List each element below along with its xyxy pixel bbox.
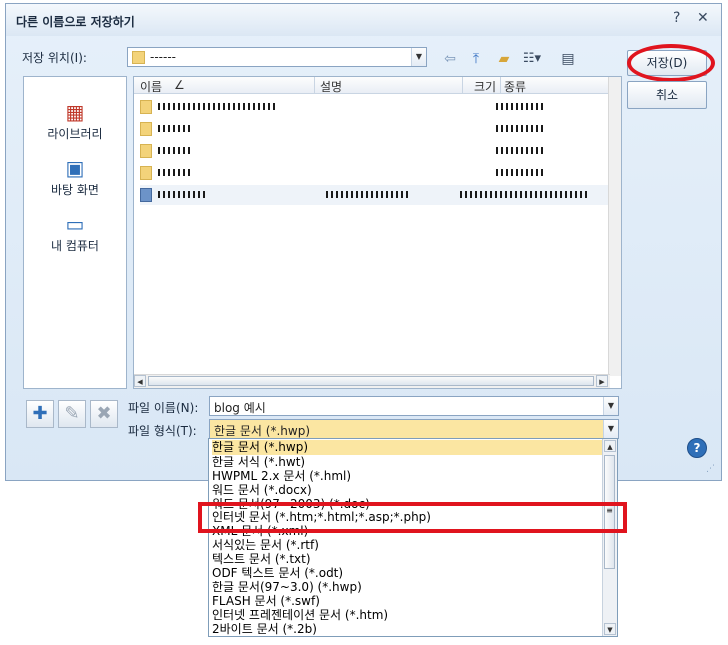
computer-icon: ▭: [65, 212, 85, 236]
places-bar: ▦ 라이브러리 ▣ 바탕 화면 ▭ 내 컴퓨터: [23, 76, 127, 389]
file-icon: [140, 188, 152, 202]
list-item[interactable]: [140, 163, 610, 183]
location-value: ------: [150, 50, 176, 64]
filetype-dropdown-list[interactable]: 한글 문서 (*.hwp) 한글 서식 (*.hwt) HWPML 2.x 문서…: [208, 438, 618, 637]
title-bar: 다른 이름으로 저장하기 ? ✕: [6, 4, 721, 36]
resize-grip-icon[interactable]: ⋰: [706, 464, 715, 474]
place-library[interactable]: ▦ 라이브러리: [24, 101, 126, 142]
tools-icon[interactable]: ▤: [558, 50, 578, 68]
help-button[interactable]: ?: [687, 438, 707, 458]
dropdown-scrollbar[interactable]: ▲ ≡ ▼: [602, 439, 617, 636]
location-label: 저장 위치(I):: [22, 51, 87, 65]
dropdown-option[interactable]: 인터넷 문서 (*.htm;*.html;*.asp;*.php): [212, 510, 604, 525]
folder-icon: [140, 100, 152, 114]
folder-icon: [140, 144, 152, 158]
up-folder-icon[interactable]: ⤒: [466, 50, 486, 68]
folder-icon: [132, 51, 145, 64]
column-name[interactable]: 이름: [140, 78, 162, 95]
filetype-select[interactable]: 한글 문서 (*.hwp) ▼: [209, 419, 619, 439]
dropdown-option[interactable]: 한글 서식 (*.hwt): [212, 455, 604, 470]
folder-icon: [140, 122, 152, 136]
dropdown-option[interactable]: 한글 문서(97~3.0) (*.hwp): [212, 580, 604, 595]
column-type[interactable]: 종류: [504, 78, 526, 95]
back-icon[interactable]: ⇦: [440, 50, 460, 68]
save-button[interactable]: 저장(D): [627, 50, 707, 76]
dropdown-option[interactable]: 인터넷 프레젠테이션 문서 (*.htm): [212, 608, 604, 623]
cancel-button[interactable]: 취소: [627, 81, 707, 109]
dropdown-option[interactable]: 서식있는 문서 (*.rtf): [212, 538, 604, 553]
list-item[interactable]: [140, 119, 610, 139]
column-description[interactable]: 설명: [320, 78, 342, 95]
dialog-title: 다른 이름으로 저장하기: [16, 15, 135, 29]
scroll-thumb[interactable]: ≡: [604, 455, 615, 569]
folder-icon: [140, 166, 152, 180]
save-as-dialog: 다른 이름으로 저장하기 ? ✕ 저장 위치(I): ------ ▼ ⇦ ⤒ …: [5, 3, 722, 481]
file-list[interactable]: 이름 ∠ 설명 크기 종류 ◀ ▶: [133, 76, 622, 389]
sort-indicator-icon: ∠: [174, 78, 185, 92]
view-menu-icon[interactable]: ☷▾: [522, 50, 542, 68]
file-list-vertical-scrollbar[interactable]: [608, 77, 621, 376]
filename-label: 파일 이름(N):: [128, 401, 199, 415]
new-folder-icon[interactable]: ▰: [494, 50, 514, 68]
dropdown-option[interactable]: 텍스트 문서 (*.txt): [212, 552, 604, 567]
chevron-down-icon[interactable]: ▼: [411, 48, 426, 66]
dropdown-option[interactable]: 한글 문서 (*.hwp): [212, 440, 604, 455]
dropdown-option[interactable]: FLASH 문서 (*.swf): [212, 594, 604, 609]
library-icon: ▦: [65, 100, 85, 124]
dropdown-option[interactable]: XML 문서 (*.xml): [212, 524, 604, 539]
column-size[interactable]: 크기: [474, 78, 496, 95]
place-computer[interactable]: ▭ 내 컴퓨터: [24, 213, 126, 254]
list-item[interactable]: [140, 141, 610, 161]
dropdown-option[interactable]: ODF 텍스트 문서 (*.odt): [212, 566, 604, 581]
filename-value: blog 예시: [214, 401, 266, 415]
filetype-selected: 한글 문서 (*.hwp): [214, 424, 311, 438]
dropdown-option[interactable]: HWPML 2.x 문서 (*.hml): [212, 469, 604, 484]
scroll-thumb[interactable]: [148, 376, 594, 386]
place-label: 라이브러리: [47, 127, 103, 141]
filetype-label: 파일 형식(T):: [128, 424, 197, 438]
edit-icon[interactable]: ✎: [58, 400, 86, 428]
chevron-down-icon[interactable]: ▼: [603, 397, 618, 415]
dropdown-option[interactable]: 워드 문서 (*.docx): [212, 483, 604, 498]
title-help-icon[interactable]: ?: [673, 10, 680, 26]
file-list-header: 이름 ∠ 설명 크기 종류: [134, 77, 610, 94]
add-icon[interactable]: ✚: [26, 400, 54, 428]
location-combo[interactable]: ------ ▼: [127, 47, 427, 67]
list-item[interactable]: [140, 185, 610, 205]
chevron-down-icon[interactable]: ▼: [603, 420, 618, 438]
dropdown-option[interactable]: 2바이트 문서 (*.2b): [212, 622, 604, 636]
place-desktop[interactable]: ▣ 바탕 화면: [24, 157, 126, 198]
delete-icon[interactable]: ✖: [90, 400, 118, 428]
list-item[interactable]: [140, 97, 610, 117]
desktop-icon: ▣: [65, 156, 85, 180]
file-list-horizontal-scrollbar[interactable]: ◀ ▶: [134, 374, 610, 388]
place-label: 바탕 화면: [51, 183, 99, 197]
filename-input[interactable]: blog 예시 ▼: [209, 396, 619, 416]
place-label: 내 컴퓨터: [51, 239, 99, 253]
close-icon[interactable]: ✕: [697, 10, 709, 26]
